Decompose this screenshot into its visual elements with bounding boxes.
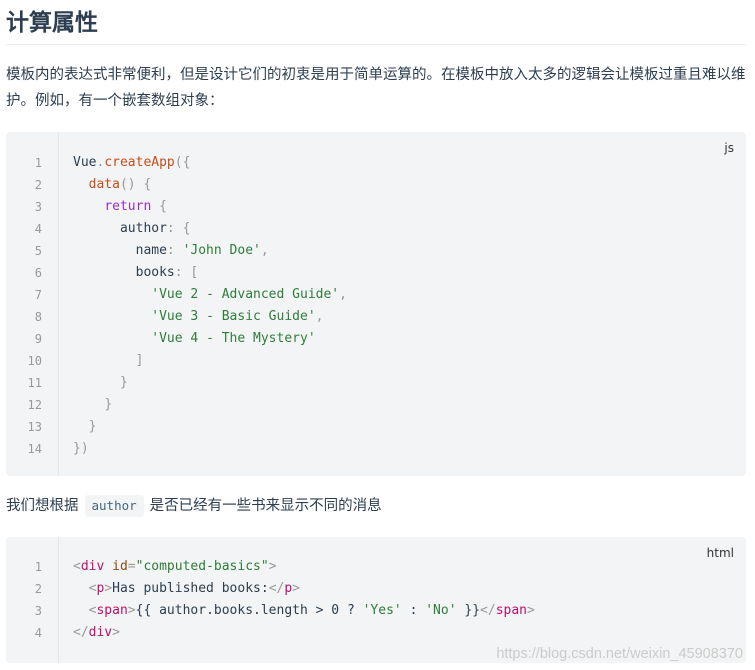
line-number: 12 [27,398,42,412]
page-title: 计算属性 [6,10,98,36]
explanation-paragraph: 我们想根据 author 是否已经有一些书来显示不同的消息 [6,493,382,519]
code-line: 'Vue 3 - Basic Guide', [151,309,324,324]
code-line: } [119,375,128,390]
line-number: 3 [34,200,42,214]
code-line: } [104,397,113,412]
code-line: <span>{{ author.books.length > 0 ? 'Yes'… [88,603,535,618]
code-line: name: 'John Doe', [73,243,269,258]
line-number: 2 [34,582,42,596]
code-line: } [88,419,97,434]
intro-paragraph: 模板内的表达式非常便利，但是设计它们的初衷是用于简单运算的。在模板中放入太多的逻… [6,67,746,109]
line-number: 13 [27,420,42,434]
code-line: 'Vue 2 - Advanced Guide', [151,287,347,302]
line-number: 7 [34,288,42,302]
code-block-html: html 1 <div id="computed-basics"> 2 <p>Ha… [6,537,746,663]
line-number: 1 [34,560,42,574]
line-number: 11 [27,376,42,390]
line-number: 1 [34,156,42,170]
line-number: 2 [34,178,42,192]
code-line: Vue.createApp({ [73,155,191,170]
line-number: 4 [34,626,42,640]
line-number: 4 [34,222,42,236]
code-line: <div id="computed-basics"> [73,559,277,574]
code-line: author: { [73,221,191,236]
line-number: 5 [34,244,42,258]
line-number: 10 [27,354,42,368]
code-line: ] [135,353,144,368]
code-line: }) [73,441,89,456]
title-divider [6,44,746,45]
line-number: 14 [27,442,42,456]
code-line: 'Vue 4 - The Mystery' [151,331,316,346]
line-number: 8 [34,310,42,324]
code-line: books: [ [73,265,199,280]
code-line: </div> [73,625,120,640]
line-number: 3 [34,604,42,618]
code-line: <p>Has published books:</p> [88,581,300,596]
watermark: https://blog.csdn.net/weixin_45908370 [496,646,743,662]
inline-code: author [84,495,144,517]
text-after-code: 是否已经有一些书来显示不同的消息 [149,498,382,514]
code-line: data() { [88,177,152,192]
code-block-js: js 1 Vue.createApp({ 2 data() { 3 return … [6,132,746,476]
code-line: return { [104,199,167,214]
line-number: 9 [34,332,42,346]
line-number: 6 [34,266,42,280]
text-before-code: 我们想根据 [6,498,79,514]
